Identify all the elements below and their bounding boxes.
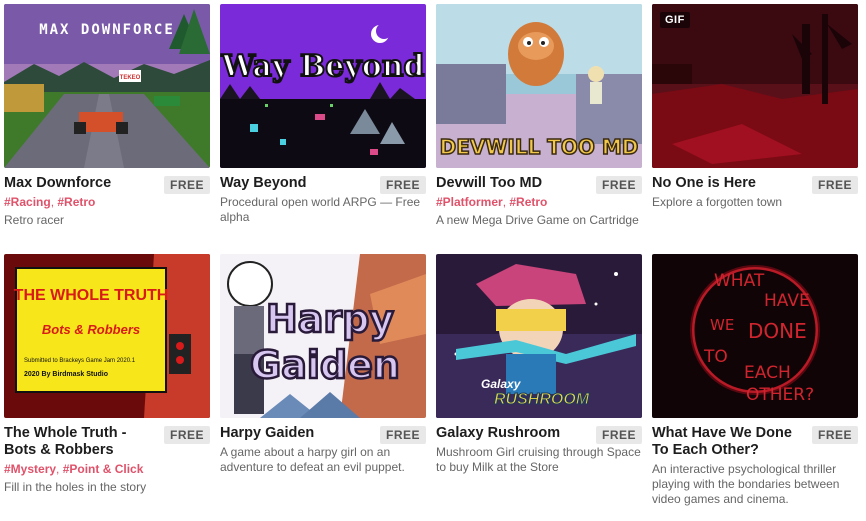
price-badge: FREE [379, 176, 426, 194]
game-tags: #Platformer, #Retro [436, 195, 548, 209]
game-description: An interactive psychological thriller pl… [652, 462, 840, 506]
price-badge: FREE [379, 426, 426, 444]
price-badge: FREE [595, 176, 642, 194]
game-cell: Harpy Gaiden Harpy Gaiden FREE A game ab… [220, 254, 426, 504]
cover-word: WHAT [714, 271, 765, 291]
cover-subtitle: Bots & Robbers [42, 322, 140, 337]
cover-title: Galaxy [481, 377, 522, 391]
game-cell: DEVWILL TOO MD Devwill Too MD FREE #Plat… [436, 4, 642, 254]
price-badge: FREE [163, 426, 210, 444]
cover-note: Submitted to Brackeys Game Jam 2020.1 [24, 358, 136, 364]
cover-title-2: RUSHROOM [494, 391, 590, 408]
cover-title-2: Gaiden [250, 343, 400, 387]
price-badge: FREE [595, 426, 642, 444]
tag-link[interactable]: #Retro [509, 195, 547, 209]
game-thumbnail[interactable]: THE WHOLE TRUTH Bots & Robbers Submitted… [4, 254, 210, 418]
cover-title: MAX DOWNFORCE [39, 22, 175, 38]
gif-badge: GIF [660, 12, 690, 28]
game-meta: Harpy Gaiden FREE A game about a harpy g… [220, 418, 426, 475]
game-cell: WHAT HAVE WE DONE TO EACH OTHER? What Ha… [652, 254, 858, 507]
cover-title: DEVWILL TOO MD [440, 135, 639, 159]
game-description: Retro racer [4, 213, 65, 227]
tag-link[interactable]: #Racing [4, 195, 51, 209]
tag-link[interactable]: #Retro [57, 195, 95, 209]
svg-text:TEKEO: TEKEO [120, 75, 141, 81]
game-meta: Max Downforce FREE #Racing, #Retro Retro… [4, 168, 210, 228]
game-description: A new Mega Drive Game on Cartridge [436, 213, 639, 227]
game-thumbnail[interactable]: WHAT HAVE WE DONE TO EACH OTHER? [652, 254, 858, 418]
harpy-gaiden-cover: Harpy Gaiden [220, 254, 426, 418]
way-beyond-cover: Way Beyond [220, 4, 426, 168]
game-cell: GIF No One is Here FREE Explore a forgot… [652, 4, 858, 254]
galaxy-rushroom-cover: Galaxy RUSHROOM [436, 254, 642, 418]
game-cell: Galaxy RUSHROOM Galaxy Rushroom FREE Mus… [436, 254, 642, 504]
cover-word: WE [710, 316, 734, 334]
game-meta: No One is Here FREE Explore a forgotten … [652, 168, 858, 210]
price-badge: FREE [163, 176, 210, 194]
game-cell: TEKEO MAX DOWNFORCE Max Downforce FREE #… [4, 4, 210, 254]
game-description: Mushroom Girl cruising through Space to … [436, 445, 641, 474]
game-description: Procedural open world ARPG — Free alpha [220, 195, 421, 224]
game-grid: TEKEO MAX DOWNFORCE Max Downforce FREE #… [4, 4, 858, 507]
what-have-we-done-cover: WHAT HAVE WE DONE TO EACH OTHER? [652, 254, 858, 418]
devwill-cover: DEVWILL TOO MD [436, 4, 642, 168]
game-meta: Galaxy Rushroom FREE Mushroom Girl cruis… [436, 418, 642, 475]
game-tags: #Mystery, #Point & Click [4, 462, 144, 476]
game-description: A game about a harpy girl on an adventur… [220, 445, 405, 474]
game-meta: What Have We Done To Each Other? FREE An… [652, 418, 858, 507]
game-cell: THE WHOLE TRUTH Bots & Robbers Submitted… [4, 254, 210, 504]
game-thumbnail[interactable]: TEKEO MAX DOWNFORCE [4, 4, 210, 168]
cover-word: TO [703, 347, 728, 367]
cover-title: Harpy [266, 297, 394, 341]
game-meta: Devwill Too MD FREE #Platformer, #Retro … [436, 168, 642, 228]
cover-title: THE WHOLE TRUTH [14, 287, 169, 304]
cover-word: DONE [748, 319, 807, 343]
tag-link[interactable]: #Point & Click [63, 462, 144, 476]
game-thumbnail[interactable]: Way Beyond [220, 4, 426, 168]
no-one-is-here-cover [652, 4, 858, 168]
game-thumbnail[interactable]: DEVWILL TOO MD [436, 4, 642, 168]
cover-title: Way Beyond [220, 49, 424, 84]
game-thumbnail[interactable]: Harpy Gaiden [220, 254, 426, 418]
game-description: Explore a forgotten town [652, 195, 783, 209]
max-downforce-cover: TEKEO MAX DOWNFORCE [4, 4, 210, 168]
price-badge: FREE [811, 426, 858, 444]
game-cell: Way Beyond Way Beyond FREE Procedural op… [220, 4, 426, 254]
cover-word: HAVE [764, 291, 810, 311]
tag-link[interactable]: #Platformer [436, 195, 503, 209]
game-tags: #Racing, #Retro [4, 195, 96, 209]
whole-truth-cover: THE WHOLE TRUTH Bots & Robbers Submitted… [4, 254, 210, 418]
game-description: Fill in the holes in the story [4, 480, 147, 494]
game-meta: Way Beyond FREE Procedural open world AR… [220, 168, 426, 225]
tag-link[interactable]: #Mystery [4, 462, 56, 476]
game-thumbnail[interactable]: Galaxy RUSHROOM [436, 254, 642, 418]
cover-note: 2020 By Birdmask Studio [24, 371, 108, 378]
cover-word: EACH [744, 363, 791, 383]
game-thumbnail[interactable]: GIF [652, 4, 858, 168]
cover-word: OTHER? [746, 385, 814, 405]
game-meta: The Whole Truth - Bots & Robbers FREE #M… [4, 418, 210, 495]
price-badge: FREE [811, 176, 858, 194]
